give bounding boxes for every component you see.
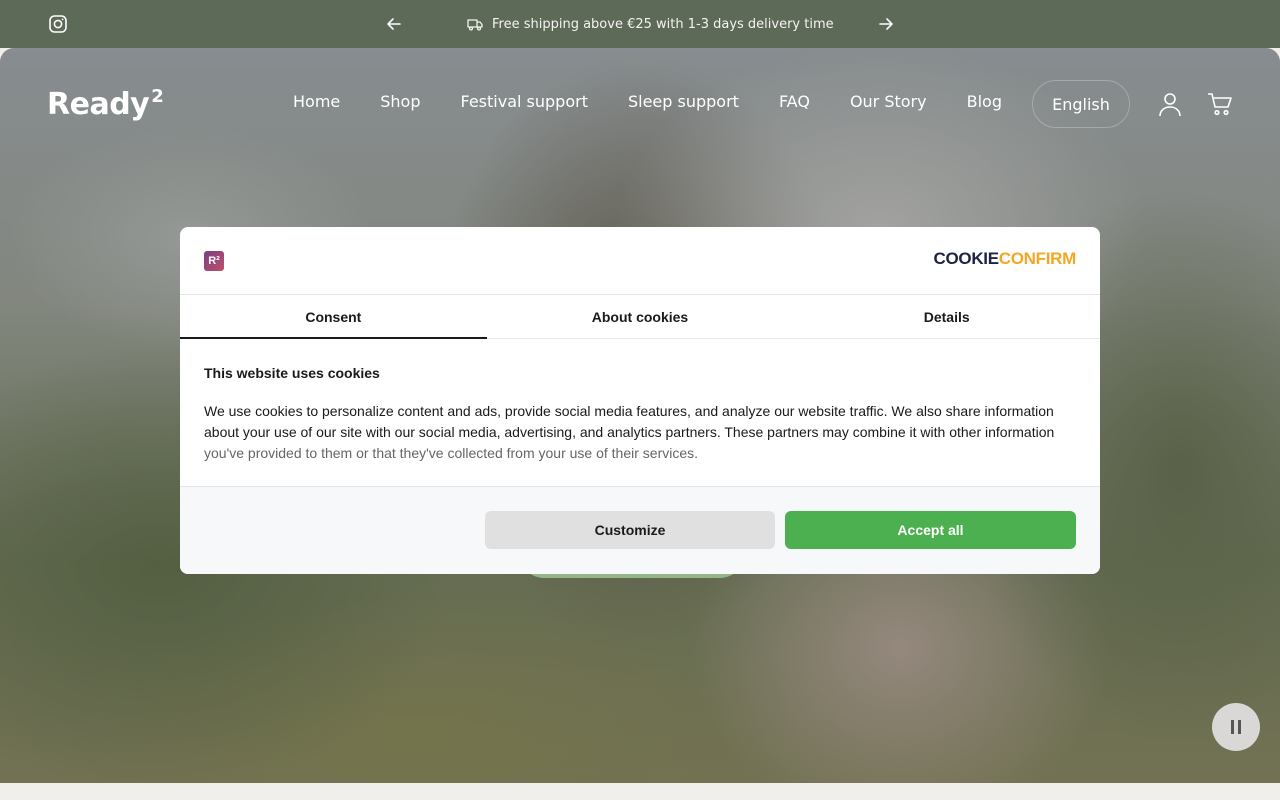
nav-our-story[interactable]: Our Story	[850, 92, 927, 111]
accept-all-button[interactable]: Accept all	[785, 511, 1076, 549]
nav-sleep-support[interactable]: Sleep support	[628, 92, 739, 111]
language-selector[interactable]: English	[1032, 80, 1130, 128]
instagram-icon[interactable]	[48, 14, 68, 34]
tab-consent[interactable]: Consent	[180, 295, 487, 339]
site-logo[interactable]: Ready 2	[47, 86, 164, 122]
dialog-description: We use cookies to personalize content an…	[204, 403, 1055, 461]
cookieconfirm-logo: COOKIECONFIRM	[933, 249, 1077, 268]
announcement-bar: Free shipping above €25 with 1-3 days de…	[0, 0, 1280, 48]
dialog-header: R² COOKIECONFIRM	[180, 227, 1100, 295]
arrow-left-icon[interactable]	[384, 14, 404, 34]
announcement-message: Free shipping above €25 with 1-3 days de…	[466, 0, 834, 48]
cart-icon[interactable]	[1207, 91, 1233, 117]
dialog-body: This website uses cookies We use cookies…	[180, 339, 1100, 487]
dialog-tabs: Consent About cookies Details	[180, 295, 1100, 339]
pause-icon	[1231, 720, 1234, 734]
nav-festival-support[interactable]: Festival support	[461, 92, 588, 111]
tab-details[interactable]: Details	[793, 295, 1100, 338]
pause-video-button[interactable]	[1212, 703, 1260, 751]
announcement-text: Free shipping above €25 with 1-3 days de…	[492, 16, 834, 32]
arrow-right-icon[interactable]	[876, 14, 896, 34]
dialog-footer: Customize Accept all	[180, 487, 1100, 574]
nav-shop[interactable]: Shop	[380, 92, 420, 111]
customize-button[interactable]: Customize	[485, 511, 775, 549]
nav-blog[interactable]: Blog	[967, 92, 1002, 111]
tab-about-cookies[interactable]: About cookies	[487, 295, 794, 338]
nav-home[interactable]: Home	[293, 92, 340, 111]
main-nav: Home Shop Festival support Sleep support…	[293, 92, 1002, 111]
truck-icon	[467, 19, 483, 31]
site-badge: R²	[204, 251, 224, 271]
account-icon[interactable]	[1158, 91, 1182, 117]
nav-faq[interactable]: FAQ	[779, 92, 810, 111]
dialog-title: This website uses cookies	[204, 365, 380, 381]
cookie-consent-dialog: R² COOKIECONFIRM Consent About cookies D…	[180, 227, 1100, 574]
